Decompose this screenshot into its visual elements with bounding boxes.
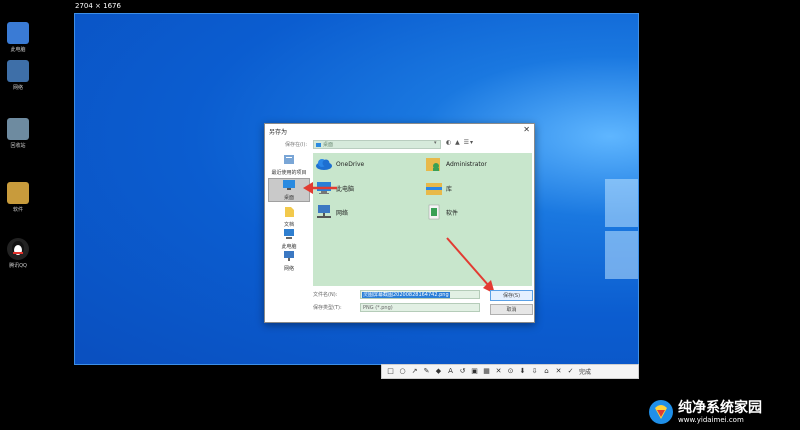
desktop-icon-label: 软件 bbox=[12, 207, 23, 213]
network-icon bbox=[7, 60, 29, 82]
item-label: 库 bbox=[446, 185, 453, 193]
undo-icon[interactable]: ↺ bbox=[458, 366, 467, 377]
filename-label: 文件名(N): bbox=[313, 292, 338, 298]
marker-tool-icon[interactable]: ◆ bbox=[434, 366, 443, 377]
list-item[interactable]: 库 bbox=[425, 179, 452, 197]
ellipse-tool-icon[interactable]: ○ bbox=[398, 366, 407, 377]
network-icon bbox=[317, 205, 331, 218]
desktop-icon-label: 此电脑 bbox=[10, 47, 26, 53]
documents-icon bbox=[285, 207, 294, 217]
list-item[interactable]: Administrator bbox=[425, 155, 487, 173]
mosaic-tool-icon[interactable]: ▣ bbox=[470, 366, 479, 377]
crop-icon[interactable]: ✕ bbox=[494, 366, 503, 377]
screenshot-root: 此电脑 网络 回收站 软件 腾讯QQ 2704 × 1676 另存为 ✕ 保存在… bbox=[0, 0, 800, 430]
list-item[interactable]: 网络 bbox=[315, 203, 348, 221]
desktop-icon-recycle-bin[interactable]: 回收站 bbox=[4, 118, 32, 149]
bookmark-icon[interactable]: ⌂ bbox=[542, 366, 551, 377]
place-label: 桌面 bbox=[283, 195, 294, 201]
item-label: OneDrive bbox=[336, 160, 365, 168]
recent-icon bbox=[284, 155, 294, 164]
desktop-icon bbox=[283, 180, 295, 190]
close-icon[interactable]: ✕ bbox=[523, 125, 530, 134]
item-label: Administrator bbox=[446, 160, 487, 168]
item-label: 软件 bbox=[446, 209, 459, 217]
place-label: 文档 bbox=[283, 222, 294, 228]
place-network[interactable]: 网络 bbox=[268, 250, 310, 272]
folder-icon bbox=[7, 182, 29, 204]
check-icon[interactable]: ✓ bbox=[566, 366, 575, 377]
desktop-icon-label: 网络 bbox=[12, 85, 23, 91]
desktop-icon-network[interactable]: 网络 bbox=[4, 60, 32, 91]
download-icon[interactable]: ⬇ bbox=[518, 366, 527, 377]
place-label: 最近使用的项目 bbox=[271, 170, 307, 176]
desktop-icon-software[interactable]: 软件 bbox=[4, 182, 32, 213]
chevron-down-icon[interactable]: ▾ bbox=[434, 140, 437, 146]
places-bar: 最近使用的项目 桌面 文档 此电脑 网络 bbox=[268, 154, 310, 284]
pen-tool-icon[interactable]: ✎ bbox=[422, 366, 431, 377]
network-icon bbox=[284, 251, 294, 261]
dialog-title: 另存为 bbox=[269, 129, 288, 136]
rectangle-tool-icon[interactable]: □ bbox=[386, 366, 395, 377]
save-as-dialog: 另存为 ✕ 保存在(I): 桌面 ▾ ◐ ▲ ☰▾ 最近使用的项目 桌面 文档 bbox=[264, 123, 535, 323]
save-in-label: 保存在(I): bbox=[285, 142, 308, 148]
qq-penguin-icon bbox=[7, 238, 29, 260]
place-documents[interactable]: 文档 bbox=[268, 206, 310, 228]
user-folder-icon bbox=[426, 158, 440, 171]
desktop-icon-label: 腾讯QQ bbox=[9, 263, 27, 269]
this-pc-icon bbox=[7, 22, 29, 44]
desktop-icon-qq[interactable]: 腾讯QQ bbox=[4, 238, 32, 269]
cloud-icon bbox=[316, 159, 332, 170]
software-folder-icon bbox=[428, 204, 440, 220]
recycle-bin-icon bbox=[7, 118, 29, 140]
cancel-button[interactable]: 取消 bbox=[490, 304, 533, 315]
place-this-pc[interactable]: 此电脑 bbox=[268, 228, 310, 250]
filetype-select[interactable]: PNG (*.png) bbox=[360, 303, 480, 312]
close-icon[interactable]: ✕ bbox=[554, 366, 563, 377]
save-in-dropdown[interactable]: 桌面 bbox=[313, 140, 441, 149]
filename-value: 灵图屏幕截图20200828164742.png bbox=[362, 292, 450, 298]
watermark-logo-icon bbox=[649, 400, 673, 424]
this-pc-icon bbox=[284, 229, 294, 239]
save-button[interactable]: 保存(S) bbox=[490, 290, 533, 301]
filetype-label: 保存类型(T): bbox=[313, 305, 342, 311]
library-icon bbox=[426, 183, 442, 195]
desktop-icon-label: 回收站 bbox=[10, 143, 26, 149]
screenshot-toolbar: □ ○ ↗ ✎ ◆ A ↺ ▣ ▦ ✕ ⊙ ⬇ ⇩ ⌂ ✕ ✓ 完成 bbox=[381, 364, 639, 379]
item-label: 网络 bbox=[336, 209, 349, 217]
list-item[interactable]: 软件 bbox=[425, 203, 458, 221]
windows-logo-icon bbox=[605, 179, 638, 289]
save-to-icon[interactable]: ⇩ bbox=[530, 366, 539, 377]
done-button[interactable]: 完成 bbox=[579, 367, 591, 376]
filename-input[interactable]: 灵图屏幕截图20200828164742.png bbox=[360, 290, 480, 299]
place-label: 此电脑 bbox=[281, 244, 297, 250]
red-arrow-annotation bbox=[446, 237, 495, 294]
desktop-icon bbox=[316, 143, 321, 147]
arrow-tool-icon[interactable]: ↗ bbox=[410, 366, 419, 377]
watermark-url: www.yidaimei.com bbox=[678, 415, 744, 424]
red-arrow-annotation bbox=[303, 182, 337, 194]
place-recent[interactable]: 最近使用的项目 bbox=[268, 154, 310, 176]
watermark: 纯净系统家园 www.yidaimei.com bbox=[648, 396, 798, 428]
pin-icon[interactable]: ⊙ bbox=[506, 366, 515, 377]
dialog-tool-icons[interactable]: ◐ ▲ ☰▾ bbox=[446, 139, 474, 146]
grid-tool-icon[interactable]: ▦ bbox=[482, 366, 491, 377]
place-label: 网络 bbox=[283, 266, 294, 272]
capture-size-label: 2704 × 1676 bbox=[75, 2, 121, 10]
text-tool-icon[interactable]: A bbox=[446, 366, 455, 377]
desktop-icon-this-pc[interactable]: 此电脑 bbox=[4, 22, 32, 53]
list-item[interactable]: OneDrive bbox=[315, 155, 364, 173]
save-in-value: 桌面 bbox=[323, 142, 334, 148]
watermark-title: 纯净系统家园 bbox=[678, 399, 762, 416]
